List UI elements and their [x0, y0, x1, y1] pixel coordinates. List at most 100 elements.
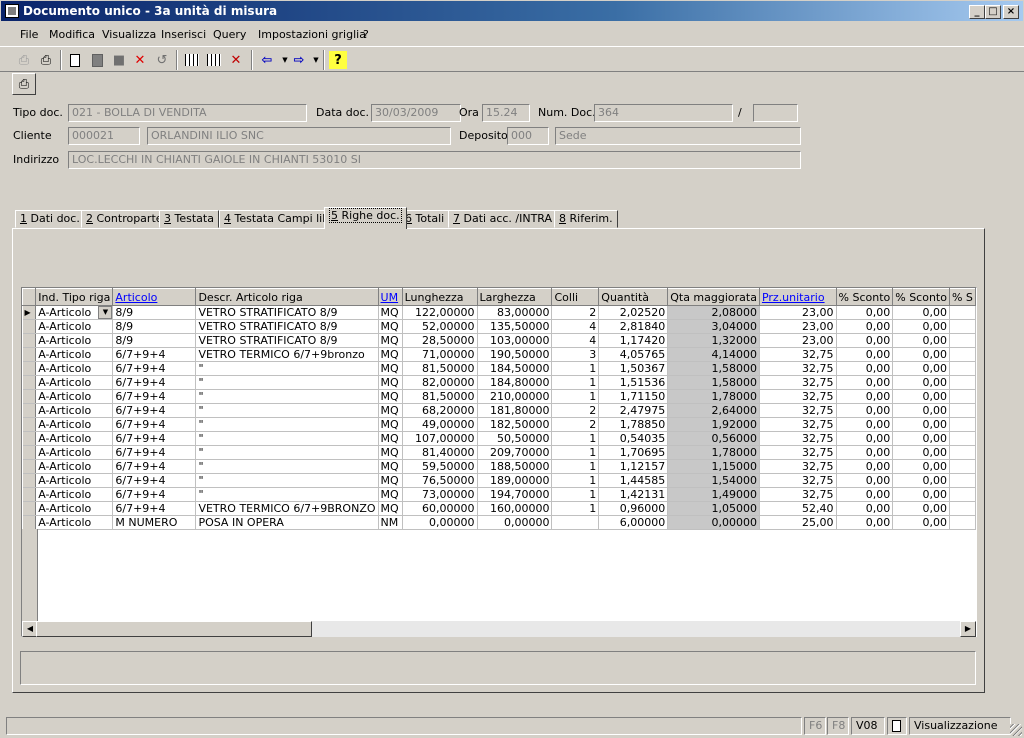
table-cell[interactable]: 0,00 [892, 333, 950, 348]
table-cell[interactable]: 1 [551, 375, 600, 390]
table-cell[interactable]: 49,00000 [402, 417, 478, 432]
tab-controparte[interactable]: 2 Controparte [81, 210, 168, 228]
table-cell[interactable]: 2 [551, 305, 600, 320]
col-header-larghezza[interactable]: Larghezza [476, 288, 553, 306]
table-cell[interactable]: " [195, 375, 379, 390]
table-cell[interactable]: 60,00000 [402, 501, 478, 516]
table-cell[interactable]: A-Articolo [35, 431, 114, 446]
table-cell[interactable]: 6/7+9+4 [112, 473, 197, 488]
table-cell[interactable]: 6/7+9+4 [112, 445, 197, 460]
resize-grip[interactable] [1010, 724, 1022, 736]
table-cell[interactable]: 32,75 [759, 375, 837, 390]
table-cell[interactable]: 3 [551, 347, 600, 362]
table-cell[interactable]: 0,00 [892, 487, 950, 502]
close-button[interactable]: × [1003, 5, 1019, 19]
col-header-qta-maggiorata[interactable]: Qta maggiorata [667, 288, 760, 306]
table-cell[interactable]: 0,00 [836, 501, 894, 516]
table-cell[interactable]: 2 [551, 403, 600, 418]
row-selector[interactable] [22, 431, 37, 446]
table-cell[interactable]: 0,00 [836, 417, 894, 432]
table-cell[interactable]: " [195, 417, 379, 432]
table-cell[interactable]: 32,75 [759, 473, 837, 488]
table-cell[interactable]: 0,00 [836, 389, 894, 404]
table-cell[interactable]: 1 [551, 473, 600, 488]
table-cell[interactable]: A-Articolo [35, 319, 114, 334]
table-cell[interactable]: A-Articolo [35, 417, 114, 432]
table-cell[interactable]: 0,00 [836, 473, 894, 488]
table-cell[interactable]: 0,00000 [667, 515, 760, 530]
table-cell[interactable]: 0,00 [836, 431, 894, 446]
table-cell[interactable]: 6/7+9+4 [112, 431, 197, 446]
table-cell[interactable]: 32,75 [759, 487, 837, 502]
table-cell[interactable]: 1,42131 [598, 487, 669, 502]
table-cell[interactable]: 59,50000 [402, 459, 478, 474]
table-cell[interactable]: MQ [378, 305, 403, 320]
table-cell[interactable]: " [195, 487, 379, 502]
table-cell[interactable]: A-Articolo [35, 361, 114, 376]
table-row[interactable]: A-Articolo 8/9 VETRO STRATIFICATO 8/9 MQ 52,… [22, 319, 976, 334]
scroll-right-icon[interactable]: ▶ [960, 621, 976, 637]
table-cell[interactable]: 135,50000 [477, 319, 553, 334]
print-button[interactable]: ⎙ [12, 73, 36, 95]
grid-delete-icon[interactable]: ✕ [227, 51, 245, 69]
table-cell[interactable]: 4 [551, 333, 600, 348]
table-cell[interactable]: 0,54035 [598, 431, 669, 446]
table-cell[interactable]: 23,00 [759, 305, 837, 320]
table-cell[interactable] [949, 403, 976, 418]
table-cell[interactable]: A-Articolo [35, 501, 114, 516]
table-row[interactable]: A-Articolo 6/7+9+4 " MQ 73,00000 194,70000 1 1,… [22, 487, 976, 502]
combo-dropdown-icon[interactable]: ▼ [98, 306, 112, 319]
table-cell[interactable]: 32,75 [759, 459, 837, 474]
new-document-icon[interactable] [66, 51, 84, 69]
table-cell[interactable]: 189,00000 [477, 473, 553, 488]
table-cell[interactable]: 1,92000 [667, 417, 760, 432]
grid-icon[interactable] [205, 51, 223, 69]
table-cell[interactable]: 1 [551, 389, 600, 404]
table-cell[interactable]: 2,81840 [598, 319, 669, 334]
table-cell[interactable]: 188,50000 [477, 459, 553, 474]
table-cell[interactable]: 0,00 [892, 375, 950, 390]
table-cell[interactable]: 1 [551, 459, 600, 474]
table-cell[interactable]: 6,00000 [598, 515, 669, 530]
menu-help[interactable]: ? [363, 28, 369, 41]
deposito-code-field[interactable]: 000 [507, 127, 549, 145]
deposito-name-field[interactable]: Sede [555, 127, 801, 145]
table-cell[interactable]: 1 [551, 487, 600, 502]
table-cell[interactable]: 81,40000 [402, 445, 478, 460]
maximize-button[interactable]: □ [985, 5, 1001, 19]
row-selector[interactable] [22, 515, 37, 530]
table-cell[interactable]: 2,47975 [598, 403, 669, 418]
table-row[interactable]: A-Articolo 6/7+9+4 " MQ 81,40000 209,70000 1 1,… [22, 445, 976, 460]
table-cell[interactable]: 184,80000 [477, 375, 553, 390]
table-cell[interactable]: 1,32000 [667, 333, 760, 348]
table-cell[interactable]: " [195, 445, 379, 460]
table-cell[interactable]: VETRO STRATIFICATO 8/9 [195, 305, 379, 320]
cliente-name-field[interactable]: ORLANDINI ILIO SNC [147, 127, 451, 145]
table-row[interactable]: A-Articolo 6/7+9+4 " MQ 82,00000 184,80000 1 1,… [22, 375, 976, 390]
col-header-articolo-link[interactable]: Articolo [115, 291, 157, 304]
table-cell[interactable]: 1,05000 [667, 501, 760, 516]
table-cell[interactable]: 190,50000 [477, 347, 553, 362]
table-cell[interactable] [949, 375, 976, 390]
table-cell[interactable]: 210,00000 [477, 389, 553, 404]
table-cell[interactable]: 2 [551, 417, 600, 432]
table-cell[interactable]: 122,00000 [402, 305, 478, 320]
table-cell[interactable]: 1,71150 [598, 389, 669, 404]
tab-righe-doc[interactable]: 5 Righe doc. [324, 207, 407, 229]
table-cell[interactable]: 1 [551, 501, 600, 516]
table-cell[interactable]: 1,51536 [598, 375, 669, 390]
table-cell[interactable]: 1 [551, 445, 600, 460]
table-cell[interactable]: MQ [378, 473, 403, 488]
table-cell[interactable]: 4,14000 [667, 347, 760, 362]
table-row[interactable]: A-Articolo M NUMERO POSA IN OPERA NM 0,00000… [22, 515, 976, 530]
table-cell[interactable]: 6/7+9+4 [112, 459, 197, 474]
table-cell[interactable]: 25,00 [759, 515, 837, 530]
tab-totali[interactable]: 6 Totali [400, 210, 450, 228]
table-cell[interactable]: 0,00 [892, 431, 950, 446]
col-header-descrizione[interactable]: Descr. Articolo riga [195, 288, 379, 306]
table-row[interactable]: A-Articolo 6/7+9+4 VETRO TERMICO 6/7+9BRON… [22, 501, 976, 516]
table-cell[interactable]: 32,75 [759, 403, 837, 418]
table-cell[interactable]: 0,00 [836, 361, 894, 376]
col-header-articolo[interactable]: Articolo [112, 288, 197, 306]
table-cell[interactable]: MQ [378, 347, 403, 362]
